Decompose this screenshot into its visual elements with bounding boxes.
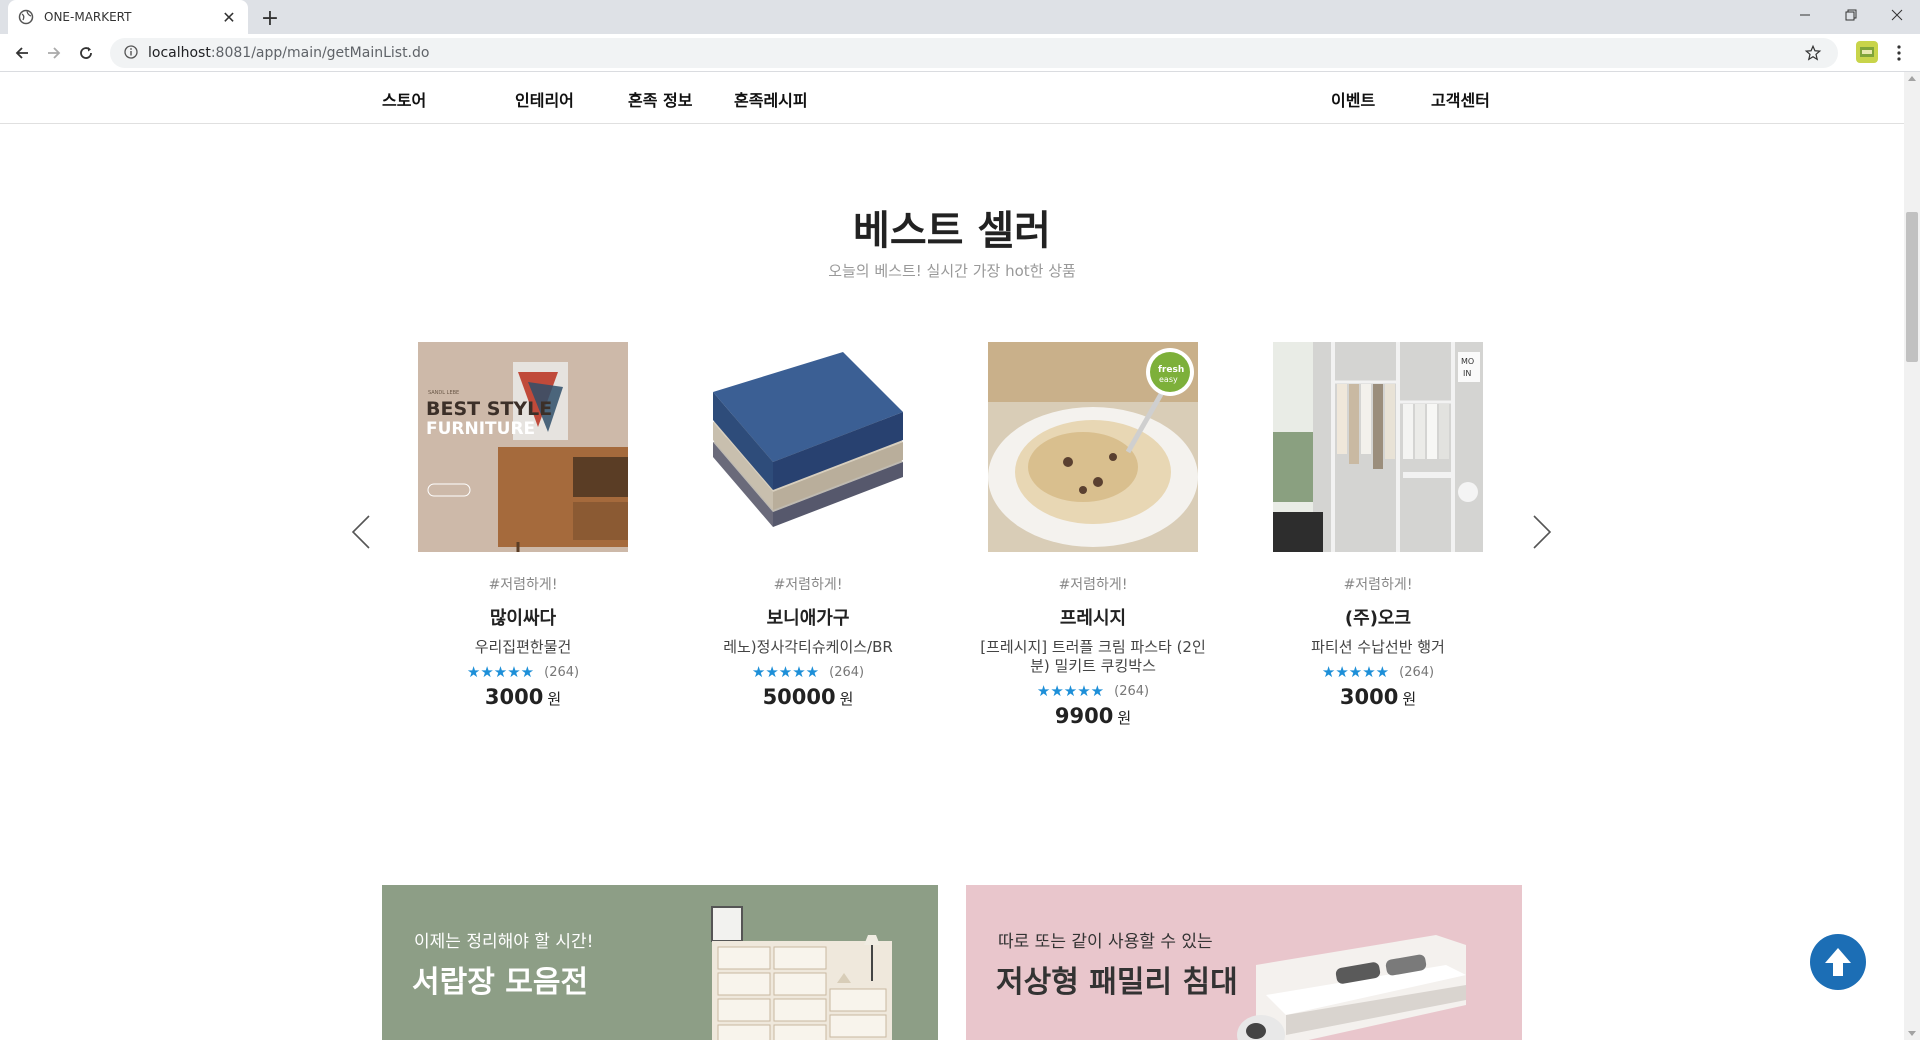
product-tag: #저렴하게! xyxy=(1058,577,1128,593)
product-brand[interactable]: 많이싸다 xyxy=(393,604,653,630)
price-unit: 원 xyxy=(547,690,562,708)
product-card[interactable]: MO IN #저렴하게! (주)오크 파티션 수납선반 행거 ★★★★★ (26… xyxy=(1248,342,1508,709)
star-rating-icon: ★★★★★ xyxy=(1036,682,1105,700)
carousel-next-button[interactable] xyxy=(1527,512,1557,552)
product-image-hanger[interactable]: MO IN xyxy=(1273,342,1483,552)
browser-tab[interactable]: ONE-MARKERT ✕ xyxy=(8,0,248,34)
tab-title: ONE-MARKERT xyxy=(44,10,132,24)
bookmark-star-icon[interactable] xyxy=(1804,44,1822,66)
banner-drawers[interactable]: 이제는 정리해야 할 시간! 서랍장 모음전 xyxy=(382,885,938,1040)
banner-family-bed[interactable]: 따로 또는 같이 사용할 수 있는 저상형 패밀리 침대 xyxy=(966,885,1522,1040)
back-button[interactable] xyxy=(8,39,36,67)
chevron-right-icon xyxy=(1533,515,1552,549)
product-tag: #저렴하게! xyxy=(488,577,558,593)
url-path: :8081/app/main/getMainList.do xyxy=(210,45,430,61)
scroll-up-arrow-icon[interactable] xyxy=(1908,76,1916,81)
price-value: 9900 xyxy=(1054,704,1114,728)
product-price: 9900 원 xyxy=(963,704,1223,728)
nav-event[interactable]: 이벤트 xyxy=(1331,87,1375,111)
price-unit: 원 xyxy=(839,690,854,708)
forward-button[interactable] xyxy=(40,39,68,67)
review-count: (264) xyxy=(544,664,580,680)
product-price: 3000 원 xyxy=(393,685,653,709)
image-caption: fresh xyxy=(1158,365,1184,375)
arrow-up-icon xyxy=(1825,948,1851,976)
image-caption: BEST STYLE xyxy=(426,398,552,420)
image-caption: IN xyxy=(1463,369,1471,378)
product-brand[interactable]: 프레시지 xyxy=(963,604,1223,630)
image-caption: easy xyxy=(1159,375,1178,384)
info-icon[interactable] xyxy=(124,44,138,63)
banner-subtitle: 이제는 정리해야 할 시간! xyxy=(414,932,594,952)
image-caption: FURNITURE xyxy=(426,419,535,439)
scroll-to-top-button[interactable] xyxy=(1810,934,1866,990)
address-bar[interactable]: localhost:8081/app/main/getMainList.do xyxy=(110,38,1838,68)
browser-toolbar: localhost:8081/app/main/getMainList.do xyxy=(0,34,1920,72)
star-rating-icon: ★★★★★ xyxy=(751,663,820,681)
nav-interior[interactable]: 인테리어 xyxy=(515,87,574,111)
extension-icon[interactable] xyxy=(1856,41,1878,63)
product-card[interactable]: fresh easy #저렴하게! 프레시지 [프레시지] 트러플 크림 파스타… xyxy=(963,342,1223,728)
url-host: localhost xyxy=(148,45,211,61)
menu-icon[interactable] xyxy=(1888,40,1910,66)
close-icon[interactable]: ✕ xyxy=(220,8,238,27)
product-rating: ★★★★★ (264) xyxy=(393,663,653,681)
section-title: 베스트 셀러 xyxy=(853,208,1051,254)
product-brand[interactable]: 보니애가구 xyxy=(678,604,938,630)
product-name[interactable]: 레노)정사각티슈케이스/BR xyxy=(678,638,938,657)
product-price: 3000 원 xyxy=(1248,685,1508,709)
product-name[interactable]: [프레시지] 트러플 크림 파스타 (2인분) 밀키트 쿠킹박스 xyxy=(963,638,1223,676)
product-name[interactable]: 우리집편한물건 xyxy=(393,638,653,657)
product-rating: ★★★★★ (264) xyxy=(963,682,1223,700)
banner-subtitle: 따로 또는 같이 사용할 수 있는 xyxy=(998,932,1213,952)
image-caption: MO xyxy=(1461,357,1474,366)
close-window-button[interactable] xyxy=(1874,0,1920,30)
product-name[interactable]: 파티션 수납선반 행거 xyxy=(1248,638,1508,657)
image-caption: SANDL LEBE xyxy=(428,390,459,396)
price-value: 50000 xyxy=(762,685,836,709)
browser-tabstrip: ONE-MARKERT ✕ + xyxy=(0,0,1920,34)
chevron-left-icon xyxy=(351,515,370,549)
product-card[interactable]: #저렴하게! 보니애가구 레노)정사각티슈케이스/BR ★★★★★ (264) … xyxy=(678,342,938,709)
section-subtitle: 오늘의 베스트! 실시간 가장 hot한 상품 xyxy=(828,262,1076,280)
product-tag: #저렴하게! xyxy=(773,577,843,593)
new-tab-button[interactable]: + xyxy=(256,4,284,32)
restore-button[interactable] xyxy=(1828,0,1874,30)
price-value: 3000 xyxy=(484,685,544,709)
product-image-pasta[interactable]: fresh easy xyxy=(988,342,1198,552)
scrollbar-thumb[interactable] xyxy=(1906,212,1918,362)
banner-title: 서랍장 모음전 xyxy=(412,965,589,1000)
product-rating: ★★★★★ (264) xyxy=(1248,663,1508,681)
nav-store[interactable]: 스토어 xyxy=(382,87,426,111)
product-tag: #저렴하게! xyxy=(1343,577,1413,593)
page-viewport: 스토어 인테리어 혼족 정보 혼족레시피 이벤트 고객센터 베스트 셀러 오늘의… xyxy=(0,72,1904,1040)
star-rating-icon: ★★★★★ xyxy=(466,663,535,681)
globe-icon xyxy=(18,9,34,25)
price-unit: 원 xyxy=(1117,709,1132,727)
nav-living-info[interactable]: 혼족 정보 xyxy=(628,87,692,111)
scroll-down-arrow-icon[interactable] xyxy=(1908,1031,1916,1036)
star-rating-icon: ★★★★★ xyxy=(1321,663,1390,681)
review-count: (264) xyxy=(1114,683,1150,699)
minimize-button[interactable] xyxy=(1782,0,1828,30)
reload-button[interactable] xyxy=(72,39,100,67)
product-rating: ★★★★★ (264) xyxy=(678,663,938,681)
banner-title: 저상형 패밀리 침대 xyxy=(996,965,1238,1000)
page-scrollbar[interactable] xyxy=(1904,72,1920,1040)
category-nav: 스토어 인테리어 혼족 정보 혼족레시피 이벤트 고객센터 xyxy=(0,72,1904,124)
review-count: (264) xyxy=(829,664,865,680)
carousel-prev-button[interactable] xyxy=(346,512,376,552)
review-count: (264) xyxy=(1399,664,1435,680)
nav-customer-center[interactable]: 고객센터 xyxy=(1431,87,1490,111)
nav-recipe[interactable]: 혼족레시피 xyxy=(734,87,808,111)
product-card[interactable]: SANDL LEBE BEST STYLE FURNITURE #저렴하게! 많… xyxy=(393,342,653,709)
product-price: 50000 원 xyxy=(678,685,938,709)
product-image-furniture[interactable]: SANDL LEBE BEST STYLE FURNITURE xyxy=(418,342,628,552)
product-image-mattress[interactable] xyxy=(703,342,913,552)
price-unit: 원 xyxy=(1402,690,1417,708)
product-brand[interactable]: (주)오크 xyxy=(1248,604,1508,630)
url-text: localhost:8081/app/main/getMainList.do xyxy=(148,45,429,61)
price-value: 3000 xyxy=(1339,685,1399,709)
